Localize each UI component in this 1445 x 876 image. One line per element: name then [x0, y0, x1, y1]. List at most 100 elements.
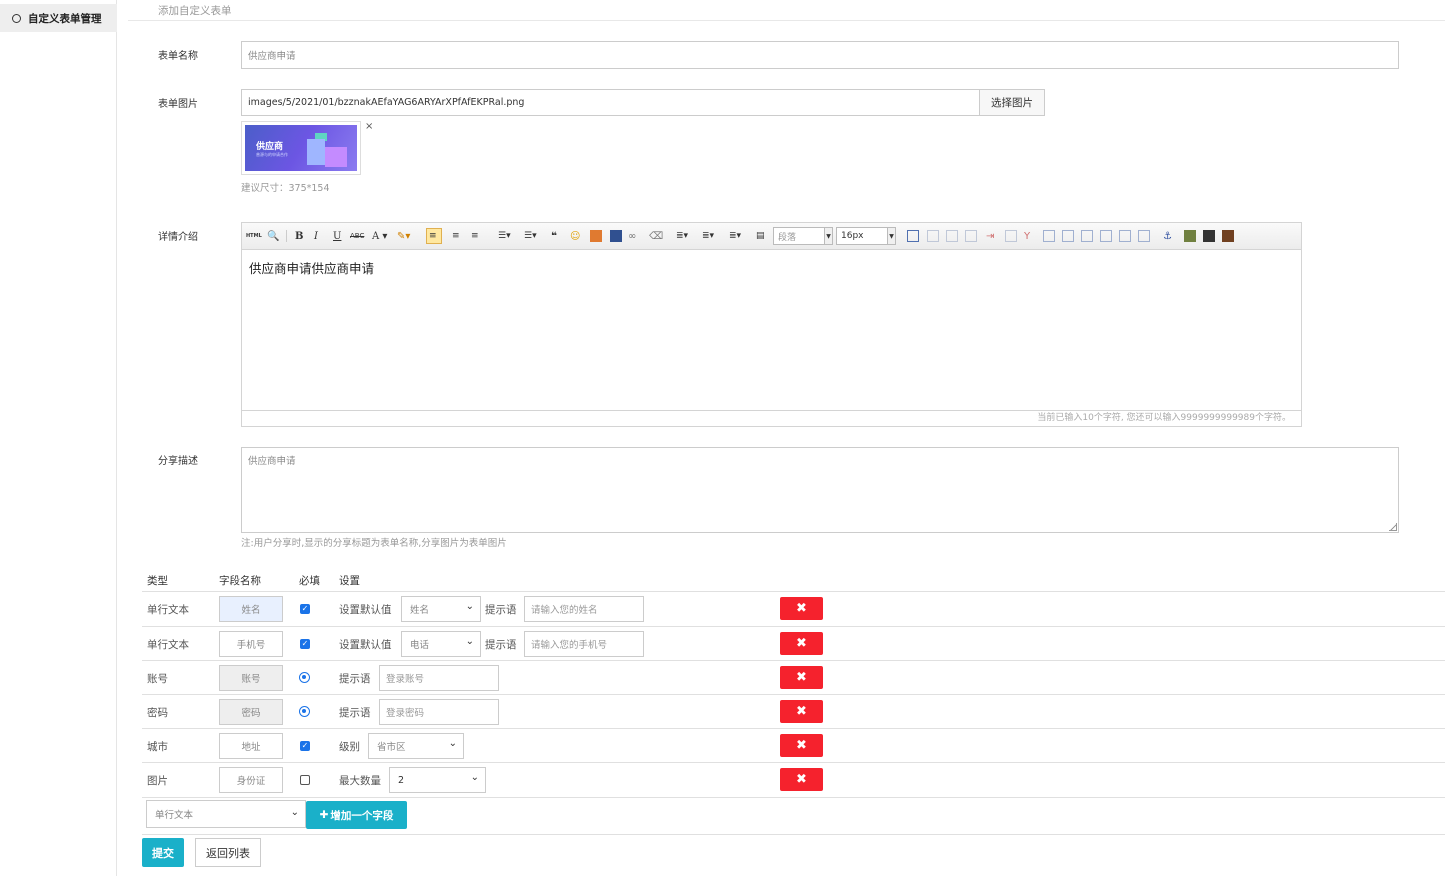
unordered-list-icon[interactable]: ☰▾	[524, 229, 537, 243]
strikethrough-icon[interactable]: ABC	[350, 229, 364, 243]
table-col-icon[interactable]	[965, 230, 977, 242]
tip-input[interactable]: 登录账号	[379, 665, 499, 691]
editor-toolbar: HTML 🔍 B I U ABC A ▾ ✎▾ ≡ ≡ ≡ ☰▾ ☰▾ ❝ ☺ …	[242, 223, 1301, 250]
field-name-input[interactable]: 身份证	[219, 767, 283, 793]
tip-label: 提示语	[339, 673, 371, 685]
delete-field-button[interactable]: ✖	[780, 700, 823, 723]
remove-image-icon[interactable]: ×	[365, 121, 373, 132]
paragraph-spacing-icon[interactable]: ≣▾	[676, 229, 688, 243]
header-required: 必填	[299, 575, 320, 587]
image-preview: 供应商 普源与的申请合作	[241, 121, 361, 175]
preview-icon[interactable]: 🔍	[267, 229, 279, 243]
delete-field-button[interactable]: ✖	[780, 768, 823, 791]
font-color-icon[interactable]: A ▾	[372, 229, 387, 243]
table-row: 单行文本 手机号 ✓ 设置默认值 电话 ⌄ 提示语 请输入您的手机号 ✖	[142, 626, 1445, 660]
highlight-icon[interactable]: ✎▾	[397, 229, 410, 243]
required-checkbox[interactable]	[300, 775, 310, 785]
field-name-input[interactable]: 地址	[219, 733, 283, 759]
delete-field-button[interactable]: ✖	[780, 597, 823, 620]
image-thumbnail: 供应商 普源与的申请合作	[245, 125, 357, 171]
table-merge-icon[interactable]: Y	[1024, 229, 1030, 243]
delete-field-button[interactable]: ✖	[780, 666, 823, 689]
image-size-hint: 建议尺寸：375*154	[241, 183, 330, 194]
default-value-select[interactable]: 姓名 ⌄	[401, 596, 481, 622]
link-icon[interactable]: ∞	[628, 229, 636, 243]
sidebar-item-label: 自定义表单管理	[28, 12, 102, 25]
italic-icon[interactable]: I	[314, 229, 318, 243]
indent-icon[interactable]: ≣▾	[702, 229, 714, 243]
back-to-list-button[interactable]: 返回列表	[195, 838, 261, 867]
required-radio[interactable]	[299, 672, 310, 683]
required-checkbox[interactable]: ✓	[300, 639, 310, 649]
submit-button[interactable]: 提交	[142, 838, 184, 867]
dropdown-arrow-icon: ▼	[824, 228, 832, 244]
table-row: 单行文本 姓名 ✓ 设置默认值 姓名 ⌄ 提示语 请输入您的姓名 ✖	[142, 591, 1445, 625]
blockquote-icon[interactable]: ❝	[551, 229, 557, 243]
table-row-icon[interactable]	[946, 230, 958, 242]
tip-input[interactable]: 登录密码	[379, 699, 499, 725]
ordered-list-icon[interactable]: ☰▾	[498, 229, 511, 243]
field-name-input[interactable]: 手机号	[219, 631, 283, 657]
table-cell2-icon[interactable]	[1062, 230, 1074, 242]
resize-grip-icon[interactable]	[1389, 523, 1397, 531]
share-description-textarea[interactable]: 供应商申请	[241, 447, 1399, 533]
form-name-input[interactable]: 供应商申请	[241, 41, 1399, 69]
table-delete-icon[interactable]: ⇥	[986, 229, 994, 243]
paragraph-select[interactable]: 段落 ▼	[773, 227, 833, 245]
tip-label: 提示语	[339, 707, 371, 719]
table-cell6-icon[interactable]	[1138, 230, 1150, 242]
default-value-select[interactable]: 电话 ⌄	[401, 631, 481, 657]
chevron-down-icon: ⌄	[465, 601, 474, 612]
tip-input[interactable]: 请输入您的手机号	[524, 631, 644, 657]
required-checkbox[interactable]: ✓	[300, 741, 310, 751]
header-type: 类型	[147, 575, 168, 587]
align-right-icon[interactable]: ≡	[471, 229, 479, 243]
line-height-icon[interactable]: ≣▾	[729, 229, 741, 243]
field-name-input[interactable]: 账号	[219, 665, 283, 691]
field-name-input[interactable]: 密码	[219, 699, 283, 725]
choose-image-button[interactable]: 选择图片	[979, 89, 1045, 116]
underline-icon[interactable]: U	[333, 229, 341, 243]
tip-input[interactable]: 请输入您的姓名	[524, 596, 644, 622]
field-type: 单行文本	[147, 639, 189, 651]
required-radio[interactable]	[299, 706, 310, 717]
level-select[interactable]: 省市区 ⌄	[368, 733, 464, 759]
format-icon[interactable]: ▤	[756, 229, 765, 243]
field-name-input[interactable]: 姓名	[219, 596, 283, 622]
required-checkbox[interactable]: ✓	[300, 604, 310, 614]
setting-label: 设置默认值	[339, 639, 392, 651]
sidebar-item-custom-forms[interactable]: 自定义表单管理	[0, 4, 117, 32]
font-size-select[interactable]: 16px ▼	[836, 227, 896, 245]
paste-icon[interactable]	[1222, 230, 1234, 242]
editor-content[interactable]: 供应商申请供应商申请	[242, 250, 1301, 410]
max-count-select[interactable]: 2 ⌄	[389, 767, 486, 793]
emoji-icon[interactable]: ☺	[570, 229, 580, 243]
rich-text-editor: HTML 🔍 B I U ABC A ▾ ✎▾ ≡ ≡ ≡ ☰▾ ☰▾ ❝ ☺ …	[241, 222, 1302, 427]
field-type-select[interactable]: 单行文本 ⌄	[146, 800, 306, 828]
align-center-icon[interactable]: ≡	[452, 229, 460, 243]
image-icon[interactable]	[590, 230, 602, 242]
table-cell4-icon[interactable]	[1100, 230, 1112, 242]
header-field-name: 字段名称	[219, 575, 261, 587]
add-field-button[interactable]: ✚ 增加一个字段	[306, 801, 407, 829]
divider	[142, 797, 1445, 798]
table-cell-icon[interactable]	[1043, 230, 1055, 242]
insert-image-icon[interactable]	[1184, 230, 1196, 242]
field-type: 单行文本	[147, 604, 189, 616]
delete-field-button[interactable]: ✖	[780, 632, 823, 655]
table-insert-icon[interactable]	[927, 230, 939, 242]
setting-label: 设置默认值	[339, 604, 392, 616]
table-cell3-icon[interactable]	[1081, 230, 1093, 242]
chevron-down-icon: ⌄	[448, 738, 457, 749]
table-split-icon[interactable]	[1005, 230, 1017, 242]
html-source-icon[interactable]: HTML	[246, 229, 262, 243]
video-icon[interactable]	[610, 230, 622, 242]
anchor-icon[interactable]: ⚓	[1163, 229, 1172, 243]
table-icon[interactable]	[907, 230, 919, 242]
form-image-path-input[interactable]: images/5/2021/01/bzznakAEfaYAG6ARYArXPfA…	[241, 89, 980, 116]
print-icon[interactable]	[1203, 230, 1215, 242]
table-cell5-icon[interactable]	[1119, 230, 1131, 242]
eraser-icon[interactable]: ⌫	[649, 229, 663, 243]
delete-field-button[interactable]: ✖	[780, 734, 823, 757]
bold-icon[interactable]: B	[295, 229, 303, 243]
